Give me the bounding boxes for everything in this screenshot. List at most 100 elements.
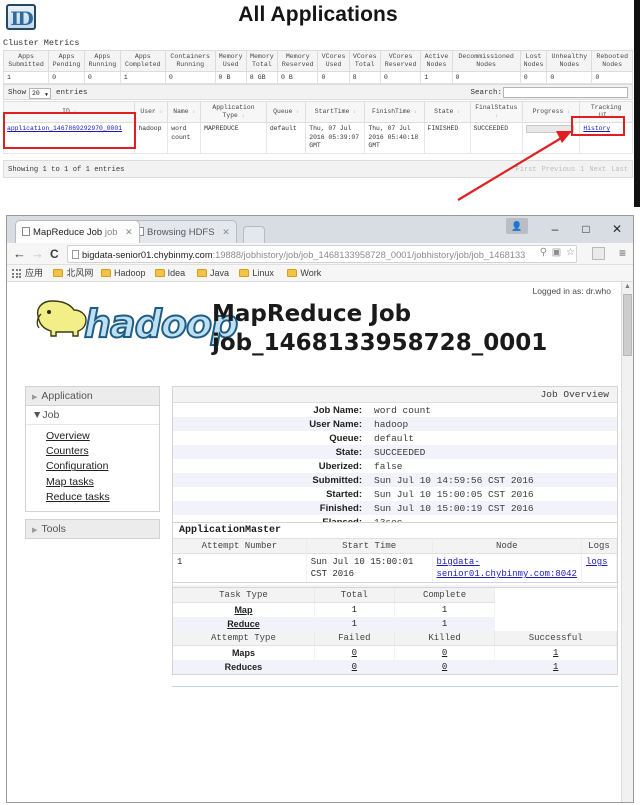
pagination-1[interactable]: 1 (580, 166, 584, 174)
maximize-button[interactable]: □ (571, 219, 601, 239)
back-arrow-icon[interactable]: ← (13, 246, 26, 262)
tab-title: MapReduce Job (33, 227, 103, 238)
job-overview-key: User Name: (309, 418, 362, 430)
apps-grid-icon[interactable] (12, 269, 21, 278)
applications-header-cell[interactable]: Progress ↕ (522, 101, 581, 123)
sidebar-link-counters[interactable]: Counters (32, 444, 153, 459)
tracking-ui-history-link[interactable]: History (583, 125, 610, 132)
search-input[interactable] (503, 87, 628, 98)
failed-count-link[interactable]: 0 (352, 648, 357, 658)
close-icon[interactable]: ✕ (222, 227, 230, 237)
successful-count-link[interactable]: 1 (553, 662, 558, 672)
entries-per-page-select[interactable]: 20 ▼ (29, 87, 51, 99)
sidebar-item-job[interactable]: ▼Job (26, 408, 159, 425)
applications-header-cell[interactable]: FinishTime ↕ (364, 101, 425, 123)
applications-header-cell[interactable]: Application Type ↕ (200, 101, 267, 123)
applications-header-cell[interactable]: State ↕ (423, 101, 471, 123)
folder-icon (154, 269, 165, 277)
pagination-first[interactable]: First (516, 166, 537, 174)
address-bar-input[interactable]: bigdata-senior01.chybinmy.com:19888/jobh… (67, 245, 577, 263)
bookmark-idea[interactable]: Idea (154, 267, 185, 280)
translate-icon[interactable]: ▣ (552, 247, 561, 258)
sidebar-item-tools[interactable]: ▶ Tools (25, 519, 160, 540)
reload-icon[interactable]: C (50, 246, 59, 262)
task-type-link[interactable]: Map (234, 605, 252, 615)
application-master-header-cell[interactable]: Node (432, 539, 582, 554)
cell-total: 1 (314, 617, 395, 631)
sidebar-link-configuration[interactable]: Configuration (32, 459, 153, 474)
applications-table: ID ↕ User ↕ Name ↕ Application Type ↕ Queue ↕… (2, 101, 633, 154)
forward-arrow-icon[interactable]: → (31, 246, 44, 262)
application-master-header-cell[interactable]: Attempt Number (173, 539, 307, 554)
task-type-link[interactable]: Reduce (227, 619, 260, 629)
window-controls: 👤 – □ ✕ (506, 216, 631, 242)
sidebar-link-reduce-tasks[interactable]: Reduce tasks (32, 490, 153, 505)
bookmark-apps[interactable]: 应用 (25, 267, 43, 280)
close-window-button[interactable]: ✕ (602, 219, 632, 239)
sidebar-item-application[interactable]: ▶ Application (25, 386, 160, 406)
metrics-value-cell: 0 B (276, 71, 319, 85)
killed-count-link[interactable]: 0 (442, 662, 447, 672)
new-tab-button[interactable] (243, 226, 265, 243)
pagination-next[interactable]: Next (589, 166, 606, 174)
sidebar: ▶ Application ▼Job Overview Counters Conf… (25, 386, 160, 540)
metrics-value-cell: 8 GB (245, 71, 278, 85)
hadoop-logo: hadoop (32, 296, 239, 351)
node-link[interactable]: bigdata-senior01.chybinmy.com:8042 (437, 557, 577, 579)
progress-bar (526, 125, 575, 133)
metrics-header-cell: Memory Reserved (276, 49, 319, 73)
applications-header-cell[interactable]: Queue ↕ (265, 101, 307, 123)
applications-header-cell[interactable]: FinalStatus ↕ (469, 101, 524, 123)
pagination-previous[interactable]: Previous (542, 166, 576, 174)
user-avatar-icon[interactable]: 👤 (506, 218, 528, 234)
failed-count-link[interactable]: 0 (352, 662, 357, 672)
elephant-icon (36, 300, 87, 337)
bookmark-linux[interactable]: Linux (239, 267, 274, 280)
bookmark-hadoop[interactable]: Hadoop (101, 267, 146, 280)
application-master-header-cell[interactable]: Logs (581, 539, 618, 554)
sidebar-link-map-tasks[interactable]: Map tasks (32, 475, 153, 490)
minimize-button[interactable]: – (540, 219, 570, 239)
applications-header-cell[interactable]: Name ↕ (167, 101, 202, 123)
metrics-header-cell: Lost Nodes (519, 49, 548, 73)
metrics-header-cell: Active Nodes (420, 49, 453, 73)
bookmark-北风网[interactable]: 北风网 (53, 267, 93, 280)
bookmark-java[interactable]: Java (197, 267, 229, 280)
scrollbar-thumb[interactable] (623, 294, 632, 356)
tab-browsing-hdfs[interactable]: Browsing HDFS ✕ (129, 220, 237, 243)
metrics-header-cell: VCores Total (348, 49, 381, 73)
applications-header-cell[interactable]: StartTime ↕ (305, 101, 366, 123)
application-master-header-cell[interactable]: Start Time (306, 539, 433, 554)
scroll-up-arrow-icon[interactable]: ▲ (624, 283, 631, 290)
pagination-controls[interactable]: First Previous 1 Next Last (511, 166, 628, 174)
metrics-header-cell: Memory Total (245, 49, 278, 73)
killed-count-link[interactable]: 0 (442, 648, 447, 658)
sidebar-link-overview[interactable]: Overview (32, 429, 153, 444)
close-icon[interactable]: ✕ (125, 227, 133, 237)
tab-mapreduce-job[interactable]: MapReduce Job job ✕ (15, 220, 140, 243)
bookmark-star-icon[interactable]: ☆ (566, 247, 575, 258)
application-id-link[interactable]: application_1467869292970_0001 (7, 125, 122, 132)
pagination-last[interactable]: Last (611, 166, 628, 174)
job-overview-value: Sun Jul 10 15:00:19 CST 2016 (374, 502, 534, 514)
applications-header-cell[interactable]: User ↕ (134, 101, 169, 123)
bookmarks-bar: 应用 北风网 Hadoop Idea Java Linux Work (7, 265, 633, 282)
folder-icon (101, 269, 111, 277)
page-favicon-icon (22, 227, 30, 236)
job-overview-value: default (374, 432, 414, 444)
applications-header-cell[interactable]: Tracking UI ↕ (579, 101, 633, 123)
browser-titlebar: MapReduce Job job ✕ Browsing HDFS ✕ 👤 – … (7, 216, 633, 243)
search-icon[interactable]: ⚲ (540, 247, 547, 258)
applications-header-cell[interactable]: ID ↕ (2, 101, 136, 123)
bookmark-work[interactable]: Work (287, 267, 321, 280)
job-overview-value: Sun Jul 10 15:00:05 CST 2016 (374, 488, 534, 500)
bookmark-label: 应用 (25, 268, 44, 278)
extension-icon[interactable] (592, 247, 605, 260)
vertical-scrollbar[interactable]: ▲ (621, 282, 633, 802)
attempt-type-header-cell: Successful (494, 631, 617, 646)
browser-menu-icon[interactable]: ≡ (619, 246, 626, 260)
logs-link[interactable]: logs (586, 557, 608, 567)
application-master-title: ApplicationMaster (173, 523, 617, 539)
successful-count-link[interactable]: 1 (553, 648, 558, 658)
bookmark-label: Java (210, 268, 230, 278)
